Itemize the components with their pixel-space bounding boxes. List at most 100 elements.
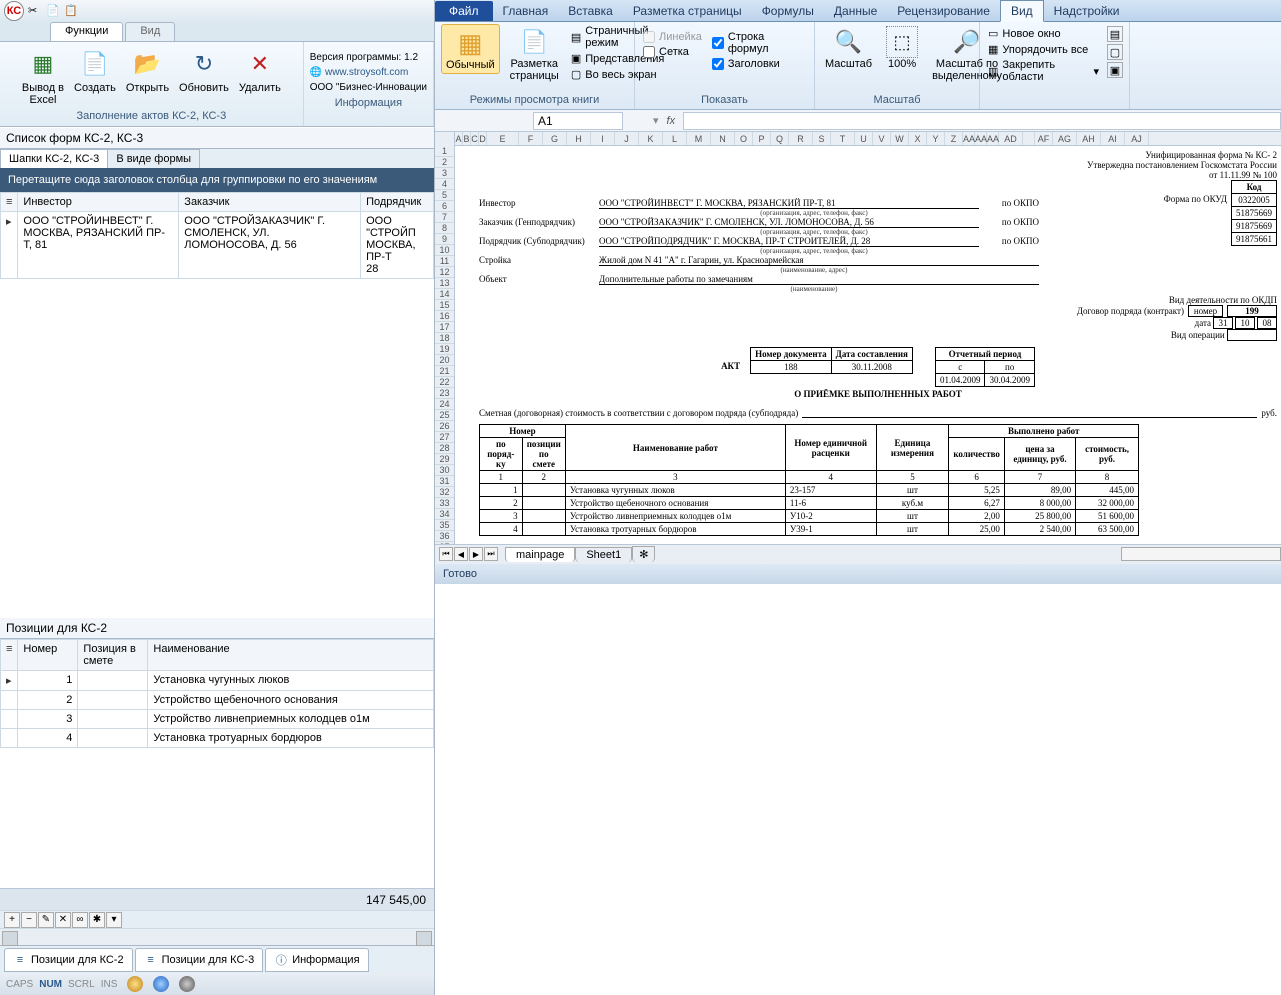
row-headers[interactable]: 1234567891011121314151617181920212223242… xyxy=(435,132,455,544)
list-icon: ≡ xyxy=(13,953,27,967)
zoom100-icon: ⬚ xyxy=(886,26,918,58)
ruler-checkbox[interactable]: Линейка xyxy=(641,30,704,44)
orb-blue[interactable] xyxy=(153,976,169,992)
export-excel-button[interactable]: ▦ Вывод в Excel xyxy=(20,46,66,108)
left-titlebar: КС ✂ 📄 📋 xyxy=(0,0,434,22)
sheet-tab-mainpage[interactable]: mainpage xyxy=(505,547,575,562)
paste-icon[interactable]: 📋 xyxy=(64,4,78,18)
folder-icon: 📂 xyxy=(131,48,163,80)
zoom-button[interactable]: 🔍 Масштаб xyxy=(821,24,876,72)
col-name[interactable]: Наименование xyxy=(148,640,434,671)
tab-file[interactable]: Файл xyxy=(435,1,493,21)
grid-icon: ▦ xyxy=(454,27,486,59)
gridlines-checkbox[interactable]: Сетка xyxy=(641,45,704,59)
tab-home[interactable]: Главная xyxy=(493,1,559,21)
orb-gray[interactable] xyxy=(179,976,195,992)
col-investor[interactable]: Инвестор xyxy=(18,193,179,212)
add-button[interactable]: + xyxy=(4,912,20,928)
tab-data[interactable]: Данные xyxy=(824,1,887,21)
sheet-tab-new[interactable]: ✻ xyxy=(632,546,655,562)
website-link[interactable]: 🌐 www.stroysoft.com xyxy=(310,65,427,80)
zoom-icon: 🔍 xyxy=(833,26,865,58)
table-row[interactable]: 3Устройство ливнеприемных колодцев о1м xyxy=(1,710,434,729)
newwindow-button[interactable]: ▭ Новое окно xyxy=(986,26,1101,41)
freeze-button[interactable]: ▥ Закрепить области ▾ xyxy=(986,58,1101,84)
formula-input[interactable] xyxy=(683,112,1281,130)
refresh-button[interactable]: ↻ Обновить xyxy=(177,46,231,108)
col-pos-estimate[interactable]: Позиция в смете xyxy=(78,640,148,671)
btab-ks2[interactable]: ≡ Позиции для КС-2 xyxy=(4,948,133,972)
col-number[interactable]: Номер xyxy=(18,640,78,671)
sheet-tabstrip: ⏮ ◀ ▶ ⏭ mainpage Sheet1 ✻ xyxy=(435,544,1281,564)
sheet-nav-prev[interactable]: ◀ xyxy=(454,547,468,561)
formula-bar: ▾ fx xyxy=(435,110,1281,132)
group-hint[interactable]: Перетащите сюда заголовок столбца для гр… xyxy=(0,168,434,192)
column-headers[interactable]: ABCDEFGHIJKLMNOPQRSTUVWXYZAAAAAAADAFAGAH… xyxy=(455,132,1281,146)
formulabar-checkbox[interactable]: Строка формул xyxy=(710,30,808,56)
fx-icon[interactable]: fx xyxy=(667,115,676,127)
left-ribbon: ▦ Вывод в Excel 📄 Создать 📂 Открыть ↻ Об… xyxy=(0,42,434,127)
forms-grid[interactable]: ≡ Инвестор Заказчик Подрядчик ▸ ООО "СТР… xyxy=(0,192,434,279)
positions-grid[interactable]: ≡ Номер Позиция в смете Наименование ▸1У… xyxy=(0,639,434,748)
delete-icon: ✕ xyxy=(244,48,276,80)
table-row[interactable]: ▸1Установка чугунных люков xyxy=(1,671,434,691)
hide-icon-button[interactable]: ▢ xyxy=(1107,44,1123,60)
copy-icon[interactable]: 📄 xyxy=(46,4,60,18)
list-icon: ≡ xyxy=(144,953,158,967)
company-label: ООО "Бизнес-Инновации xyxy=(310,80,427,95)
row-selector-header[interactable]: ≡ xyxy=(1,193,18,212)
worksheet[interactable]: ABCDEFGHIJKLMNOPQRSTUVWXYZAAAAAAADAFAGAH… xyxy=(435,132,1281,544)
unhide-icon-button[interactable]: ▣ xyxy=(1107,62,1123,78)
star-button[interactable]: ✱ xyxy=(89,912,105,928)
tab-functions[interactable]: Функции xyxy=(50,22,123,41)
zoomsel-icon: 🔎 xyxy=(951,26,983,58)
info-icon: ⓘ xyxy=(274,953,288,967)
btab-info[interactable]: ⓘ Информация xyxy=(265,948,368,972)
sheet-nav-first[interactable]: ⏮ xyxy=(439,547,453,561)
sheet-hscroll[interactable] xyxy=(1121,547,1281,561)
table-row[interactable]: 4Установка тротуарных бордюров xyxy=(1,729,434,748)
sheet-nav-last[interactable]: ⏭ xyxy=(484,547,498,561)
create-button[interactable]: 📄 Создать xyxy=(72,46,118,108)
tab-layout[interactable]: Разметка страницы xyxy=(623,1,752,21)
app-logo: КС xyxy=(4,1,24,21)
split-icon-button[interactable]: ▤ xyxy=(1107,26,1123,42)
filter-button[interactable]: ▾ xyxy=(106,912,122,928)
table-row[interactable]: 2Устройство щебеночного основания xyxy=(1,691,434,710)
cross-button[interactable]: ✕ xyxy=(55,912,71,928)
excel-statusbar: Готово xyxy=(435,564,1281,584)
forms-subtabs: Шапки КС-2, КС-3 В виде формы xyxy=(0,149,434,168)
view-pagelayout-button[interactable]: 📄 Разметка страницы xyxy=(506,24,563,84)
col-customer[interactable]: Заказчик xyxy=(179,193,361,212)
edit-button[interactable]: ✎ xyxy=(38,912,54,928)
tab-view[interactable]: Вид xyxy=(1000,0,1044,22)
headings-checkbox[interactable]: Заголовки xyxy=(710,57,808,71)
tab-formulas[interactable]: Формулы xyxy=(752,1,824,21)
cut-icon[interactable]: ✂ xyxy=(28,4,42,18)
subtab-caps[interactable]: Шапки КС-2, КС-3 xyxy=(0,149,108,168)
left-toolstrip: + − ✎ ✕ ∞ ✱ ▾ xyxy=(0,910,434,928)
sheet-tab-sheet1[interactable]: Sheet1 xyxy=(575,547,632,562)
tab-addins[interactable]: Надстройки xyxy=(1044,1,1130,21)
left-horizontal-scroll[interactable] xyxy=(0,928,434,945)
sheet-nav-next[interactable]: ▶ xyxy=(469,547,483,561)
btab-ks3[interactable]: ≡ Позиции для КС-3 xyxy=(135,948,264,972)
tab-insert[interactable]: Вставка xyxy=(558,1,623,21)
view-normal-button[interactable]: ▦ Обычный xyxy=(441,24,500,74)
table-row[interactable]: ▸ ООО "СТРОЙИНВЕСТ" Г. МОСКВА, РЯЗАНСКИЙ… xyxy=(1,212,434,279)
tab-review[interactable]: Рецензирование xyxy=(887,1,1000,21)
app-statusbar: CAPS NUM SCRL INS xyxy=(0,973,434,995)
delete-button[interactable]: ✕ Удалить xyxy=(237,46,283,108)
col-contractor[interactable]: Подрядчик xyxy=(361,193,434,212)
tab-view-left[interactable]: Вид xyxy=(125,22,175,41)
remove-button[interactable]: − xyxy=(21,912,37,928)
subtab-formview[interactable]: В виде формы xyxy=(107,149,200,168)
open-button[interactable]: 📂 Открыть xyxy=(124,46,171,108)
arrange-button[interactable]: ▦ Упорядочить все xyxy=(986,42,1101,57)
left-tabstrip: Функции Вид xyxy=(0,22,434,42)
zoom100-button[interactable]: ⬚ 100% xyxy=(882,24,922,72)
orb-gold[interactable] xyxy=(127,976,143,992)
name-box[interactable] xyxy=(533,112,623,130)
link-button[interactable]: ∞ xyxy=(72,912,88,928)
left-group1-caption: Заполнение актов КС-2, КС-3 xyxy=(77,108,227,126)
